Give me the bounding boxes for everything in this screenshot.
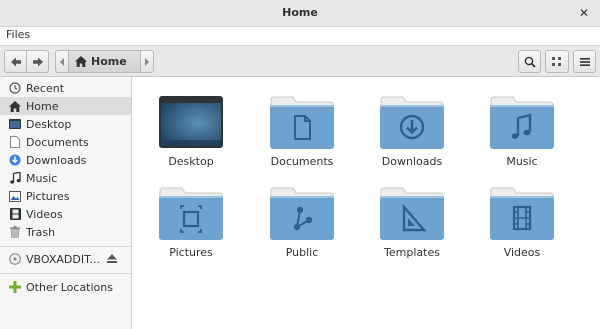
sidebar-separator (0, 246, 131, 247)
sidebar-separator (0, 273, 131, 274)
search-icon (524, 56, 536, 68)
folder-desktop[interactable]: Desktop (143, 94, 239, 174)
sidebar-item-other-locations[interactable]: Other Locations (0, 278, 131, 296)
path-home-button[interactable]: Home (68, 50, 141, 73)
folder-label: Templates (384, 246, 440, 259)
menu-button[interactable] (573, 50, 596, 73)
sidebar-item-label: Videos (26, 207, 63, 221)
folder-label: Music (506, 155, 538, 168)
sidebar-item-label: Desktop (26, 117, 72, 131)
folder-templates[interactable]: Templates (364, 185, 460, 265)
public-folder-icon (270, 187, 334, 240)
folder-public[interactable]: Public (254, 185, 350, 265)
templates-folder-icon (380, 187, 444, 240)
sidebar-item-device[interactable]: VBOXADDIT... (0, 250, 131, 268)
toolbar: Home (0, 45, 600, 77)
home-icon (9, 100, 21, 112)
clock-icon (9, 82, 21, 94)
folder-label: Desktop (168, 155, 214, 168)
sidebar-item-music[interactable]: Music (0, 169, 131, 187)
download-icon (9, 154, 21, 166)
sidebar-item-label: Pictures (26, 189, 70, 203)
disc-icon (9, 253, 21, 265)
downloads-folder-icon (380, 96, 444, 149)
menu-bar: Files (0, 27, 600, 45)
sidebar-item-label: VBOXADDIT... (26, 252, 100, 266)
sidebar-item-label: Downloads (26, 153, 87, 167)
folder-label: Downloads (381, 155, 443, 168)
pictures-folder-icon (159, 187, 223, 240)
window-title: Home (282, 6, 318, 19)
sidebar-item-recent[interactable]: Recent (0, 79, 131, 97)
sidebar-item-documents[interactable]: Documents (0, 133, 131, 151)
files-menu[interactable]: Files (6, 28, 30, 41)
sidebar-item-home[interactable]: Home (0, 97, 131, 115)
music-folder-icon (490, 96, 554, 149)
back-arrow-icon (10, 57, 21, 66)
folder-videos[interactable]: Videos (474, 185, 570, 265)
folder-music[interactable]: Music (474, 94, 570, 174)
folder-label: Documents (270, 155, 334, 168)
forward-arrow-icon (32, 57, 43, 66)
sidebar-item-trash[interactable]: Trash (0, 223, 131, 241)
chevron-right-icon (145, 57, 149, 66)
document-icon (9, 136, 21, 148)
music-icon (9, 172, 21, 184)
sidebar-item-label: Documents (26, 135, 89, 149)
back-button[interactable] (4, 50, 27, 73)
path-scroll-left-button[interactable] (55, 50, 69, 73)
sidebar-item-desktop[interactable]: Desktop (0, 115, 131, 133)
sidebar-item-label: Other Locations (26, 280, 113, 294)
close-icon[interactable]: ✕ (576, 4, 592, 22)
sidebar-item-label: Trash (26, 225, 56, 239)
file-view: Desktop Documents Downloads Music Pictur… (132, 77, 600, 329)
sidebar-item-label: Music (26, 171, 58, 185)
folder-downloads[interactable]: Downloads (364, 94, 460, 174)
trash-icon (9, 226, 21, 238)
search-button[interactable] (518, 50, 541, 73)
title-bar: Home ✕ (0, 0, 600, 27)
home-icon (75, 56, 87, 67)
eject-icon[interactable] (107, 253, 117, 266)
sidebar-item-label: Home (26, 99, 59, 113)
hamburger-menu-icon (579, 57, 590, 66)
folder-label: Pictures (169, 246, 213, 259)
forward-button[interactable] (26, 50, 49, 73)
documents-folder-icon (270, 96, 334, 149)
grid-view-icon (552, 56, 561, 66)
path-scroll-right-button[interactable] (140, 50, 154, 73)
folder-pictures[interactable]: Pictures (143, 185, 239, 265)
sidebar: Recent Home Desktop Documents Downloads … (0, 77, 132, 329)
plus-icon (9, 281, 21, 293)
desktop-icon (9, 118, 21, 130)
folder-documents[interactable]: Documents (254, 94, 350, 174)
folder-label: Videos (503, 246, 541, 259)
sidebar-item-downloads[interactable]: Downloads (0, 151, 131, 169)
sidebar-item-label: Recent (26, 81, 65, 95)
path-bar: Home (55, 50, 154, 73)
sidebar-item-videos[interactable]: Videos (0, 205, 131, 223)
folder-label: Public (285, 246, 319, 259)
desktop-folder-icon (159, 96, 223, 148)
picture-icon (9, 190, 21, 202)
chevron-left-icon (60, 57, 64, 66)
video-icon (9, 208, 21, 220)
sidebar-item-pictures[interactable]: Pictures (0, 187, 131, 205)
videos-folder-icon (490, 187, 554, 240)
path-home-label: Home (91, 55, 127, 68)
view-mode-button[interactable] (545, 50, 569, 73)
